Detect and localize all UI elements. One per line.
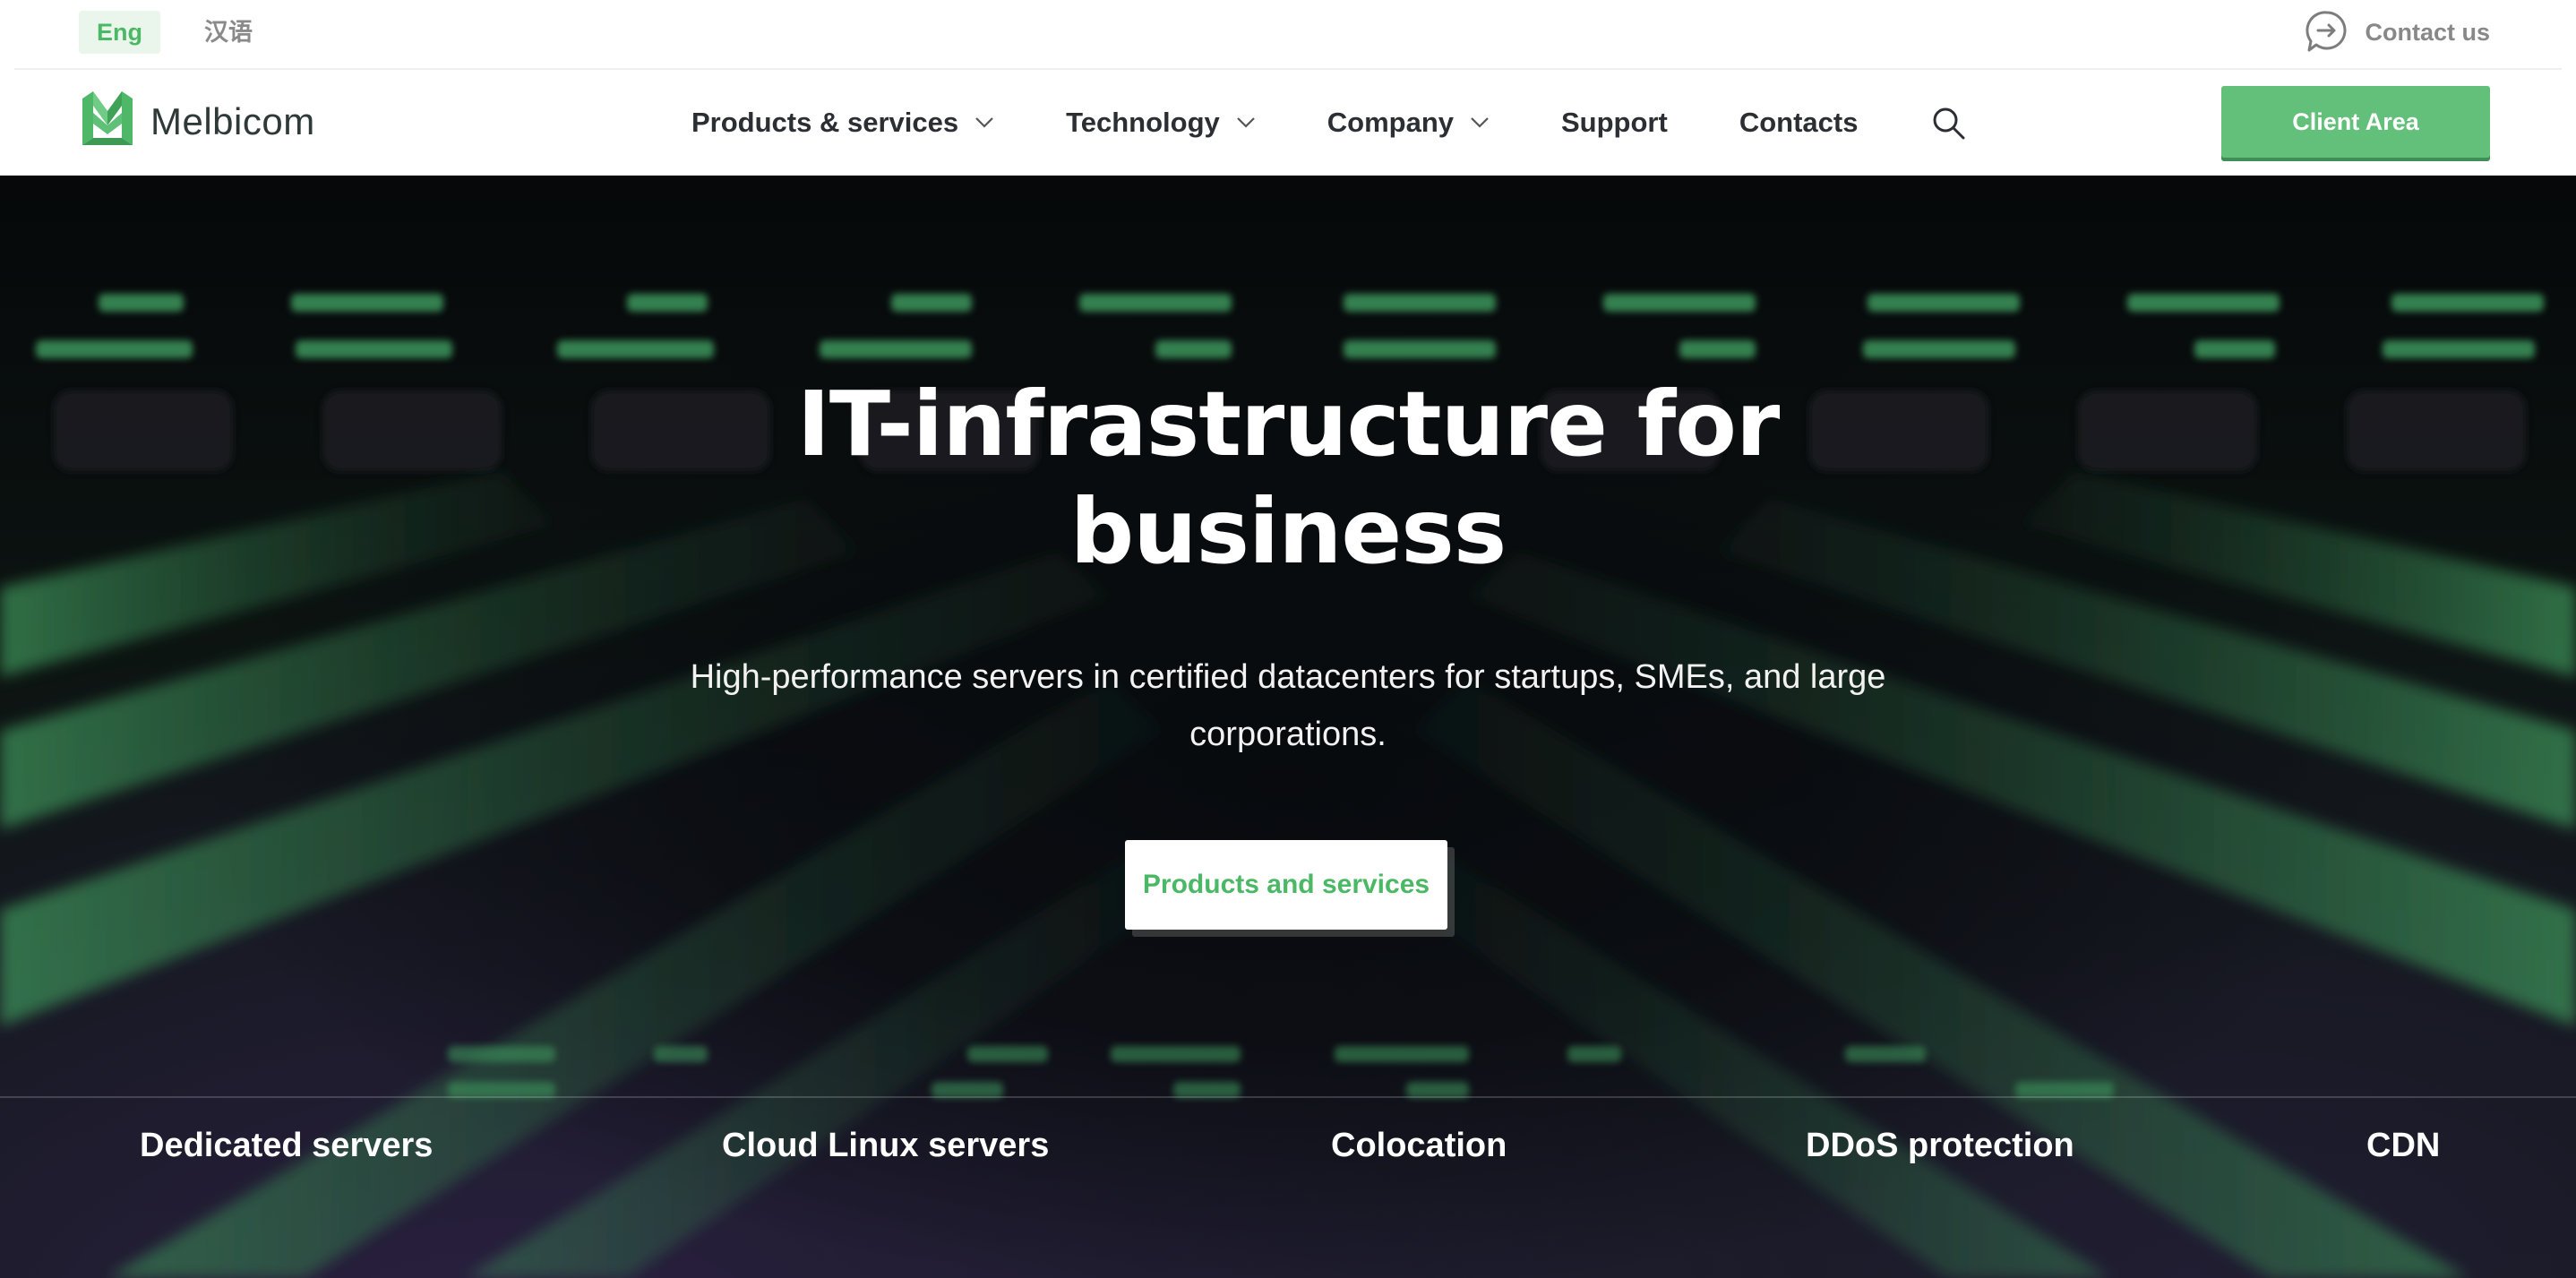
hero-subtitle-line2: corporations. xyxy=(1189,716,1387,753)
logo-text: Melbicom xyxy=(150,100,315,142)
chat-arrow-icon xyxy=(2306,11,2347,52)
service-cloud-linux-servers[interactable]: Cloud Linux servers xyxy=(722,1127,1049,1165)
service-dedicated-servers[interactable]: Dedicated servers xyxy=(140,1127,433,1165)
chevron-down-icon xyxy=(1236,117,1255,128)
nav-company[interactable]: Company xyxy=(1327,107,1490,139)
service-cdn[interactable]: CDN xyxy=(2366,1127,2440,1165)
melbicom-logo-icon xyxy=(82,91,133,145)
contact-us-link[interactable]: Contact us xyxy=(2304,9,2490,56)
nav-label: Company xyxy=(1327,107,1454,138)
hero-subtitle: High-performance servers in certified da… xyxy=(661,648,1915,763)
search-icon[interactable] xyxy=(1929,104,1967,142)
nav-label: Support xyxy=(1561,107,1668,138)
language-chinese[interactable]: 汉语 xyxy=(186,11,270,54)
nav-label: Products & services xyxy=(691,107,959,138)
service-colocation[interactable]: Colocation xyxy=(1331,1127,1507,1165)
client-area-button[interactable]: Client Area xyxy=(2221,86,2490,158)
main-navbar: Melbicom Products & services Technology … xyxy=(0,70,2576,176)
nav-support[interactable]: Support xyxy=(1561,107,1668,139)
primary-menu: Products & services Technology Company S… xyxy=(691,70,1967,176)
products-and-services-button[interactable]: Products and services xyxy=(1125,840,1447,930)
hero-title-line2: business xyxy=(1069,479,1507,584)
hero-title-line1: IT-infrastructure for xyxy=(796,372,1781,476)
service-ddos-protection[interactable]: DDoS protection xyxy=(1806,1127,2074,1165)
nav-technology[interactable]: Technology xyxy=(1066,107,1256,139)
nav-label: Contacts xyxy=(1739,107,1859,138)
chevron-down-icon xyxy=(975,117,993,128)
services-divider xyxy=(0,1096,2576,1098)
hero-section: IT-infrastructure for business High-perf… xyxy=(0,176,2576,1278)
hero-subtitle-line1: High-performance servers in certified da… xyxy=(690,658,1886,696)
language-english[interactable]: Eng xyxy=(79,11,160,54)
top-utility-bar: Eng 汉语 Contact us xyxy=(0,0,2576,68)
nav-label: Technology xyxy=(1066,107,1220,138)
chevron-down-icon xyxy=(1471,117,1489,128)
nav-contacts[interactable]: Contacts xyxy=(1739,107,1859,139)
contact-us-label: Contact us xyxy=(2365,18,2490,46)
nav-products-services[interactable]: Products & services xyxy=(691,107,994,139)
hero-title: IT-infrastructure for business xyxy=(0,371,2576,586)
services-strip: Dedicated servers Cloud Linux servers Co… xyxy=(0,1127,2576,1198)
brand-logo[interactable]: Melbicom xyxy=(81,90,315,154)
